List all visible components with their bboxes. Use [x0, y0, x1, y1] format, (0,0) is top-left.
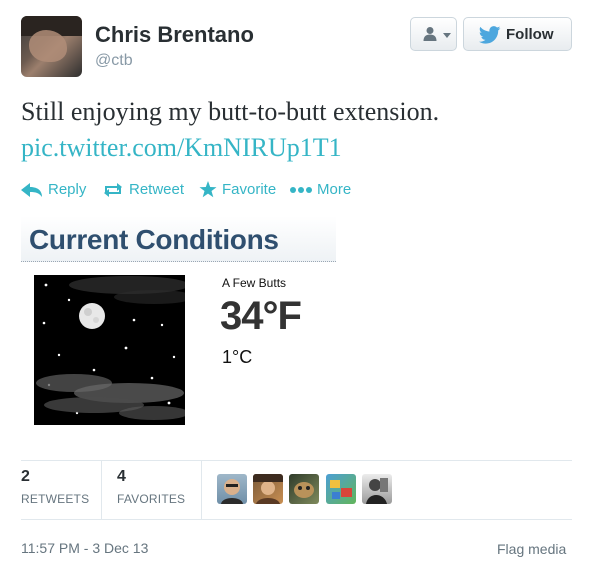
- favorites-label: FAVORITES: [117, 492, 186, 506]
- stats-top-divider: [21, 460, 572, 461]
- favoriter-avatar[interactable]: [289, 474, 319, 504]
- weather-divider: [21, 261, 336, 262]
- tweet-timestamp[interactable]: 11:57 PM - 3 Dec 13: [21, 540, 148, 556]
- retweets-label: RETWEETS: [21, 492, 90, 506]
- weather-title: Current Conditions: [29, 224, 279, 255]
- favorites-count: 4: [117, 468, 126, 485]
- tweet-text: Still enjoying my butt-to-butt extension…: [21, 97, 440, 126]
- favoriter-avatar[interactable]: [326, 474, 356, 504]
- reply-icon: [21, 182, 42, 197]
- favoriter-avatar[interactable]: [253, 474, 283, 504]
- stats-bottom-divider: [21, 519, 572, 520]
- author-name[interactable]: Chris Brentano: [95, 22, 254, 48]
- weather-description: A Few Butts: [222, 276, 287, 290]
- retweet-icon: [104, 182, 122, 197]
- tweet-media-image[interactable]: Current Conditions A Few Butts 34°F 1°C: [21, 216, 336, 434]
- follow-button[interactable]: Follow: [463, 17, 572, 51]
- stats-divider: [201, 461, 202, 519]
- favorite-action[interactable]: Favorite: [199, 181, 276, 198]
- retweet-label: Retweet: [129, 181, 185, 198]
- favorites-stat[interactable]: 4 FAVORITES: [117, 468, 185, 506]
- star-icon: [199, 181, 217, 198]
- flag-media-link[interactable]: Flag media: [497, 541, 566, 557]
- weather-temp-celsius: 1°C: [222, 347, 253, 367]
- reply-action[interactable]: Reply: [21, 181, 86, 198]
- stats-divider: [101, 461, 102, 519]
- retweet-action[interactable]: Retweet: [102, 181, 184, 198]
- retweets-count: 2: [21, 468, 30, 485]
- favoriter-avatar[interactable]: [217, 474, 247, 504]
- twitter-bird-icon: [479, 26, 501, 44]
- night-sky-moon-icon: [34, 275, 185, 425]
- user-actions-button[interactable]: [410, 17, 457, 51]
- reply-label: Reply: [48, 181, 87, 198]
- tweet-media-link[interactable]: pic.twitter.com/KmNIRUp1T1: [21, 133, 342, 163]
- favoriter-avatar[interactable]: [362, 474, 392, 504]
- user-icon: [423, 27, 437, 41]
- more-dots-icon: [290, 186, 312, 193]
- retweets-stat[interactable]: 2 RETWEETS: [21, 468, 89, 506]
- weather-header: Current Conditions: [21, 216, 336, 262]
- chevron-down-icon: [443, 33, 451, 38]
- author-handle[interactable]: @ctb: [95, 52, 133, 70]
- author-avatar[interactable]: [21, 16, 82, 77]
- favorite-label: Favorite: [222, 181, 277, 198]
- weather-temp-fahrenheit: 34°F: [220, 294, 302, 338]
- more-label: More: [317, 181, 352, 198]
- more-action[interactable]: More: [290, 181, 351, 198]
- follow-label: Follow: [506, 26, 554, 43]
